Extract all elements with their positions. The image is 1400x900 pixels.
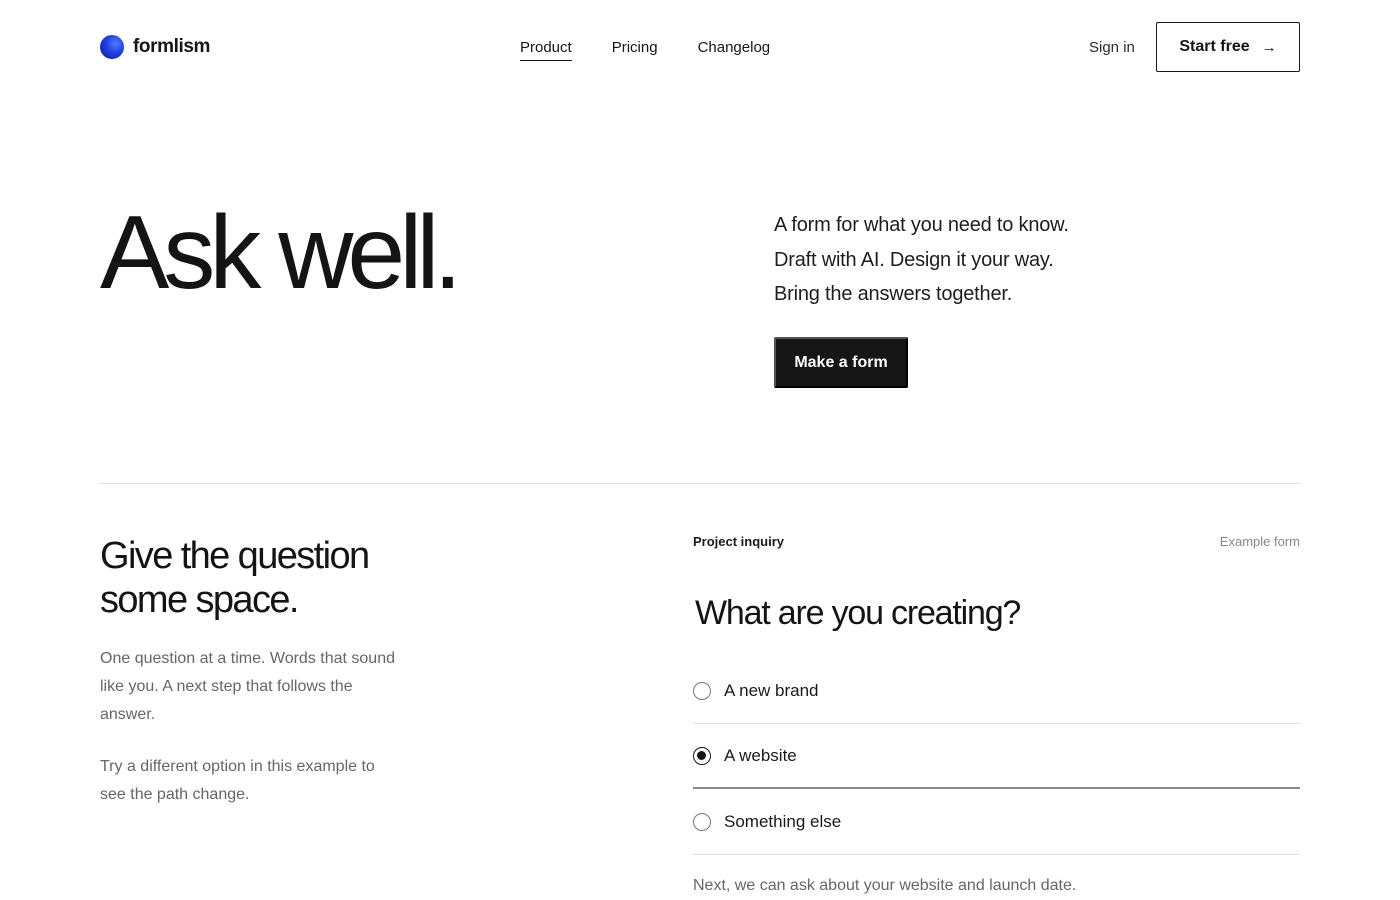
hero-title: Ask well. [100,195,462,311]
gradient-orb-icon [100,35,124,59]
make-a-form-button[interactable]: Make a form [774,337,908,388]
hero-line-1: A form for what you need to know. [774,214,1069,236]
next-step-note: Next, we can ask about your website and … [693,877,1077,894]
sign-in-link[interactable]: Sign in [1089,39,1135,56]
option-new-brand[interactable]: A new brand [693,659,1300,724]
start-free-button[interactable]: Start free → [1156,22,1300,72]
site-header: formlism Product Pricing Changelog Sign … [100,22,1300,72]
radio-button[interactable] [693,813,711,831]
main-nav: Product Pricing Changelog [520,39,810,61]
section-divider [100,483,1300,484]
radio-button-selected[interactable] [693,746,711,765]
form-label: Project inquiry [693,534,785,549]
option-something-else[interactable]: Something else [693,790,1300,855]
hero-copy: A form for what you need to know. Draft … [774,208,1069,312]
section-paragraph-1: One question at a time. Words that sound… [100,650,395,723]
section-paragraph-2: Try a different option in this example t… [100,758,375,803]
nav-link-pricing[interactable]: Pricing [612,39,658,61]
section-title: Give the question some space. [100,535,370,621]
start-free-label: Start free [1179,38,1250,55]
nav-link-changelog[interactable]: Changelog [698,39,771,61]
nav-link-product[interactable]: Product [520,39,572,61]
brand-logo[interactable]: formlism [100,35,210,59]
hero-line-3: Bring the answers together. [774,283,1013,305]
option-label: A website [724,745,797,765]
brand-name: formlism [133,36,211,57]
form-question: What are you creating? [695,594,1021,632]
option-label: A new brand [724,681,819,700]
arrow-right-icon: → [1261,38,1277,56]
hero-line-2: Draft with AI. Design it your way. [774,248,1054,271]
option-label: Something else [724,812,842,831]
form-meta: Example form [1219,534,1300,549]
radio-button[interactable] [693,682,711,700]
option-website[interactable]: A website [693,724,1300,789]
